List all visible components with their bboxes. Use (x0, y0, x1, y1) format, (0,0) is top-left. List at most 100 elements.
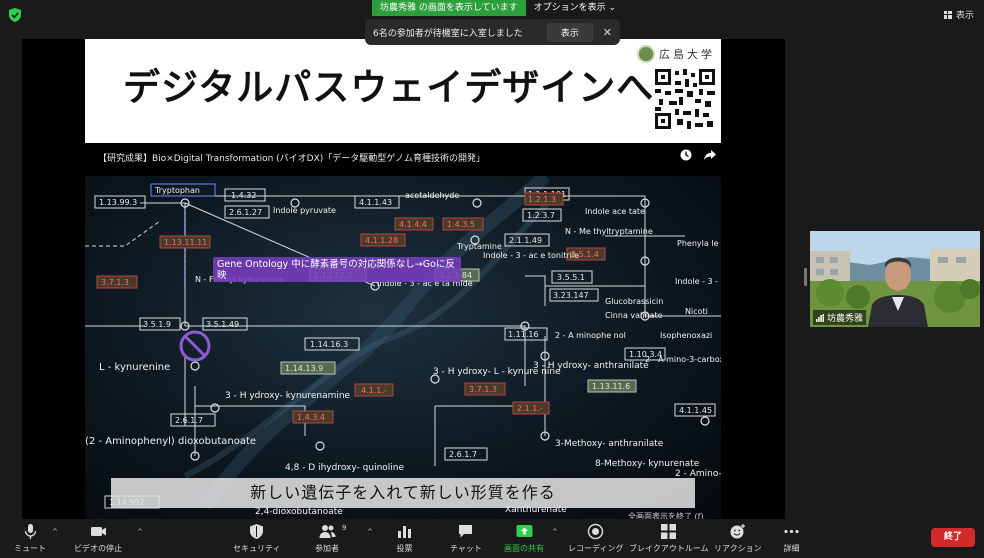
l-kynurenine-label: L - kynurenine (99, 362, 170, 373)
stop-video-label: ビデオの停止 (74, 544, 122, 553)
annotation-tooltip: Gene Ontology 中に酵素番号の対応関係なし→Goに反映 (213, 257, 461, 282)
more-button[interactable]: 詳細 (783, 523, 800, 554)
view-mode-label: 表示 (955, 11, 974, 21)
shared-screen: デジタルパスウェイデザインへ 広島大学 【研究成果】Bio×Digital Tr… (22, 39, 785, 519)
video-camera-icon (90, 527, 106, 536)
share-options-caret-icon[interactable]: ^ (552, 528, 558, 536)
microphone-icon (24, 524, 36, 539)
waiting-room-show-button[interactable]: 表示 (546, 22, 593, 42)
video-actions (680, 149, 716, 161)
participants-options-caret-icon[interactable]: ^ (367, 528, 373, 536)
share-screen-label: 画面の共有 (504, 544, 544, 553)
breakout-rooms-icon (661, 524, 677, 539)
breakout-rooms-button[interactable]: ブレイクアウトルーム (629, 523, 709, 554)
participant-video-tile[interactable]: 坊農秀雅 (810, 231, 980, 327)
isophenoxazine-label: Isophenoxazi (660, 331, 712, 340)
meeting-toolbar: ミュート ^ ビデオの停止 ^ セキュリティ 参加者 9 ^ 投票 チャット 画 (0, 520, 984, 558)
svg-text:2.1.1.-: 2.1.1.- (517, 404, 543, 413)
security-shield-icon (250, 524, 264, 539)
waiting-room-notification: 6名の参加者が待機室に入室しました 表示 ✕ (365, 19, 620, 45)
share-status-banner: 坊農秀雅 の画面を表示しています オプションを表示 ⌄ (372, 0, 625, 16)
more-label: 詳細 (783, 544, 800, 553)
tryptophan-label: Tryptophan (154, 186, 200, 195)
tryptamine-label: Tryptamine (456, 242, 502, 251)
slide-banner: デジタルパスウェイデザインへ 広島大学 (85, 39, 721, 143)
svg-text:2.6.1.7: 2.6.1.7 (449, 450, 477, 459)
participants-count: 9 (342, 524, 347, 532)
svg-text:3.5.1.9: 3.5.1.9 (143, 320, 171, 329)
svg-text:1.4.32: 1.4.32 (231, 191, 256, 200)
glucobrassicin-label: Glucobrassicin (605, 297, 663, 306)
svg-text:1.13.99.3: 1.13.99.3 (99, 198, 137, 207)
svg-text:4.1.1.43: 4.1.1.43 (359, 198, 392, 207)
record-icon (588, 523, 604, 540)
waiting-room-message: 6名の参加者が待機室に入室しました (373, 28, 523, 39)
encryption-shield-icon[interactable] (9, 8, 21, 22)
svg-text:4.1.4.4: 4.1.4.4 (399, 220, 427, 229)
record-button[interactable]: レコーディング (568, 523, 623, 554)
hydroxy-anthranilate-label: 3 - H ydroxy- anthranilate (533, 361, 649, 371)
svg-text:1.14.16.3: 1.14.16.3 (310, 340, 348, 349)
participants-icon (319, 525, 335, 538)
university-logo: 広島大学 (637, 45, 715, 63)
mute-label: ミュート (14, 544, 46, 553)
chat-label: チャット (450, 544, 482, 553)
n-me-tryptamine-label: N - Me thyltryptamine (565, 227, 653, 236)
phenyl-label: Phenyla le non e acid (677, 239, 721, 248)
share-screen-button[interactable]: 画面の共有 (504, 523, 544, 554)
security-button[interactable]: セキュリティ (233, 523, 281, 554)
svg-text:1.11.16: 1.11.16 (508, 330, 539, 339)
dioxobutanoate-label: 2,4-dioxobutanoate (255, 507, 343, 517)
share-screen-icon (516, 525, 532, 537)
close-icon[interactable]: ✕ (603, 26, 612, 39)
view-mode-button[interactable]: 表示 (943, 8, 974, 21)
participant-name: 坊農秀雅 (827, 314, 864, 324)
svg-text:1.13.11.6: 1.13.11.6 (592, 382, 630, 391)
security-label: セキュリティ (233, 544, 281, 553)
zoom-meeting-window: 坊農秀雅 の画面を表示しています オプションを表示 ⌄ 表示 6名の参加者が待機… (0, 0, 984, 558)
participants-button[interactable]: 参加者 (315, 523, 339, 554)
indole-acetate-label: Indole ace tate (585, 207, 645, 216)
svg-text:1.14.13.9: 1.14.13.9 (285, 364, 323, 373)
qr-code-icon (655, 69, 715, 129)
view-options-button[interactable]: オプションを表示 ⌄ (525, 0, 625, 16)
svg-text:1.13.11.11: 1.13.11.11 (164, 238, 207, 247)
university-name: 広島大学 (659, 48, 715, 61)
panel-resize-handle[interactable] (804, 268, 807, 286)
svg-text:2.6.1.27: 2.6.1.27 (229, 208, 262, 217)
chat-button[interactable]: チャット (450, 523, 482, 554)
mute-button[interactable]: ミュート (14, 523, 46, 554)
svg-text:1.4.3.4: 1.4.3.4 (297, 413, 325, 422)
share-arrow-icon[interactable] (704, 149, 716, 161)
dihydroxy-label: 4,8 - D ihydroxy- quinoline (285, 463, 404, 473)
reactions-button[interactable]: リアクション (714, 523, 762, 554)
indole-acetonitrile-label: Indole - 3 - ac e tonitrile (483, 251, 579, 260)
university-seal-icon (637, 45, 655, 63)
methoxy-kynurenate-label: 8-Methoxy- kynurenate (595, 459, 700, 469)
svg-text:1.2.1.3: 1.2.1.3 (528, 195, 556, 204)
aminophenyl-label: (2 - Aminophenyl) dioxobutanoate (85, 436, 256, 447)
slide-headline: デジタルパスウェイデザインへ (123, 66, 655, 109)
svg-text:3.23.147: 3.23.147 (553, 291, 589, 300)
indole3-label: Indole - 3 - (675, 277, 718, 286)
methoxy-anthranilate-label: 3-Methoxy- anthranilate (555, 439, 664, 449)
stop-video-button[interactable]: ビデオの停止 (74, 523, 122, 554)
video-subtitle: 新しい遺伝子を入れて新しい形質を作る (111, 478, 695, 508)
view-options-label: オプションを表示 (533, 3, 606, 13)
exit-fullscreen-hint[interactable]: 全画面表示を終了 (f) (628, 511, 704, 519)
watch-later-clock-icon[interactable] (680, 149, 692, 161)
end-meeting-button[interactable]: 終了 (931, 528, 975, 547)
svg-text:3.7.1.3: 3.7.1.3 (101, 278, 129, 287)
video-options-caret-icon[interactable]: ^ (137, 528, 143, 536)
polls-button[interactable]: 投票 (396, 523, 413, 554)
hydroxy-kynurenamine-label: 3 - H ydroxy- kynurenamine (225, 391, 351, 401)
aminophenol-label: 2 - A minophe nol (555, 331, 626, 340)
signal-strength-icon (816, 313, 824, 322)
svg-text:1.2.3.7: 1.2.3.7 (527, 211, 555, 220)
svg-text:3.5.5.1: 3.5.5.1 (557, 273, 585, 282)
audio-options-caret-icon[interactable]: ^ (52, 528, 58, 536)
svg-text:4.1.1.28: 4.1.1.28 (365, 236, 398, 245)
breakout-rooms-label: ブレイクアウトルーム (629, 544, 709, 553)
cinna-valinate-label: Cinna valinate (605, 311, 663, 320)
metabolic-pathway-map: 1.13.99.3 1.4.32 2.6.1.27 4.1.1.43 1.1.1… (85, 176, 721, 519)
